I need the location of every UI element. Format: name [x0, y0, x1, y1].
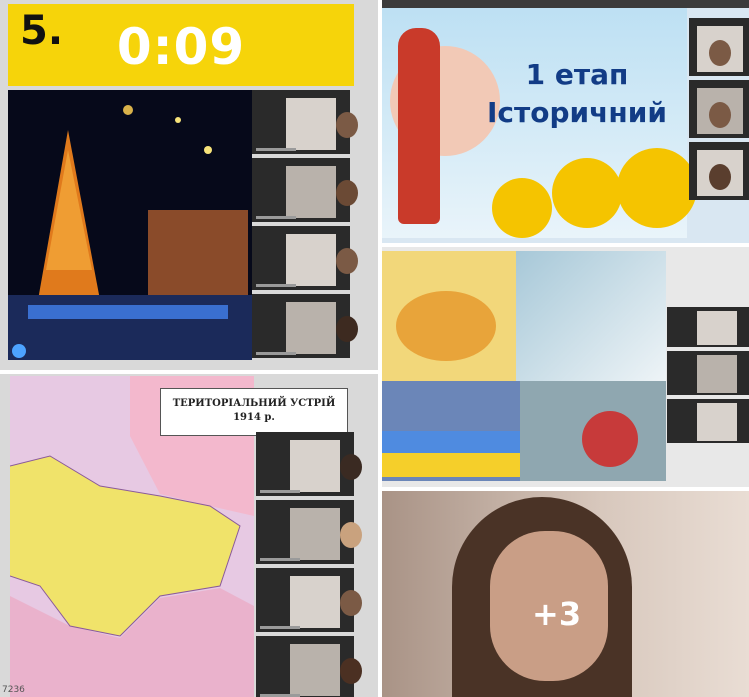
participant-video[interactable]	[689, 18, 749, 76]
participant-video[interactable]	[252, 294, 358, 358]
participant-photo	[286, 166, 358, 218]
participant-photo	[697, 26, 743, 72]
participant-photo	[290, 576, 362, 628]
participant-head	[340, 658, 362, 684]
participant-name-bar	[256, 148, 296, 151]
slide-background: 1 етап Історичний	[382, 8, 697, 238]
flag-crowd-photo	[382, 381, 520, 481]
participant-photo	[286, 234, 358, 286]
participant-head	[336, 316, 358, 342]
participant-photo	[290, 440, 362, 492]
participant-video[interactable]	[252, 90, 358, 154]
sunflower-icon	[492, 178, 552, 238]
participant-head	[709, 40, 731, 66]
participant-video[interactable]	[256, 500, 362, 564]
stage-slide-share: 1 етап Історичний	[382, 0, 749, 243]
participant-head	[340, 590, 362, 616]
participant-name-bar	[256, 216, 296, 219]
participant-tile-more[interactable]: +3	[382, 491, 749, 697]
map-title-box: ТЕРИТОРІАЛЬНИЙ УСТРІЙ 1914 р.	[160, 388, 348, 436]
participant-video[interactable]	[667, 399, 749, 443]
participant-video[interactable]	[252, 226, 358, 290]
countdown-timer: 0:09	[116, 18, 246, 76]
participant-head	[336, 112, 358, 138]
stage-title-line1: 1 етап	[525, 58, 629, 91]
participant-video[interactable]	[689, 80, 749, 138]
participant-video[interactable]	[256, 636, 362, 697]
participant-video[interactable]	[667, 351, 749, 395]
more-participants-count: +3	[532, 595, 582, 633]
sunflower-icon	[552, 158, 622, 228]
participant-photo	[697, 355, 737, 393]
participant-head	[340, 454, 362, 480]
quiz-screen-share: 5. 0:09	[0, 0, 378, 370]
counter-text: 7236	[2, 685, 25, 695]
participant-head	[340, 522, 362, 548]
participant-photo	[697, 311, 737, 345]
participant-photo	[290, 644, 362, 696]
participant-video[interactable]	[252, 158, 358, 222]
participant-name-bar	[260, 626, 300, 629]
pancakes-photo	[382, 251, 516, 381]
participant-head	[709, 164, 731, 190]
timer-bar: 5. 0:09	[8, 4, 354, 86]
participant-name-bar	[256, 284, 296, 287]
participant-head	[709, 102, 731, 128]
participant-name-bar	[260, 558, 300, 561]
pancake-stack	[396, 291, 496, 361]
cossack-figure	[398, 28, 440, 224]
play-icon[interactable]	[12, 344, 26, 358]
winter-landscape-photo	[516, 251, 666, 381]
easter-basket-photo	[520, 381, 666, 481]
participant-video[interactable]	[256, 432, 362, 496]
window-title-strip	[382, 0, 749, 8]
map-title-line1: ТЕРИТОРІАЛЬНИЙ УСТРІЙ	[172, 398, 336, 409]
participant-name-bar	[260, 490, 300, 493]
participant-photo	[697, 403, 737, 441]
flag-blue	[382, 431, 520, 453]
stage-title: 1 етап Історичний	[472, 56, 682, 132]
participant-photo	[697, 150, 743, 196]
map-screen-share: ТЕРИТОРІАЛЬНИЙ УСТРІЙ 1914 р. 7236	[0, 374, 378, 697]
stage-title-line2: Історичний	[487, 96, 667, 129]
participant-video[interactable]	[689, 142, 749, 200]
participant-head	[336, 248, 358, 274]
participant-photo	[697, 88, 743, 134]
participant-photo	[286, 98, 358, 150]
participant-name-bar	[256, 352, 296, 355]
collage-screen-share	[382, 247, 749, 487]
participant-video[interactable]	[667, 307, 749, 347]
christmas-night-photo	[8, 90, 252, 360]
easter-eggs	[582, 411, 638, 467]
map-title-line2: 1914 р.	[233, 412, 275, 423]
flag-yellow	[382, 453, 520, 477]
participant-video[interactable]	[256, 568, 362, 632]
sunflower-icon	[617, 148, 697, 228]
participant-head	[336, 180, 358, 206]
participant-photo	[290, 508, 362, 560]
christmas-tree-image	[8, 90, 252, 360]
participant-photo	[286, 302, 358, 354]
